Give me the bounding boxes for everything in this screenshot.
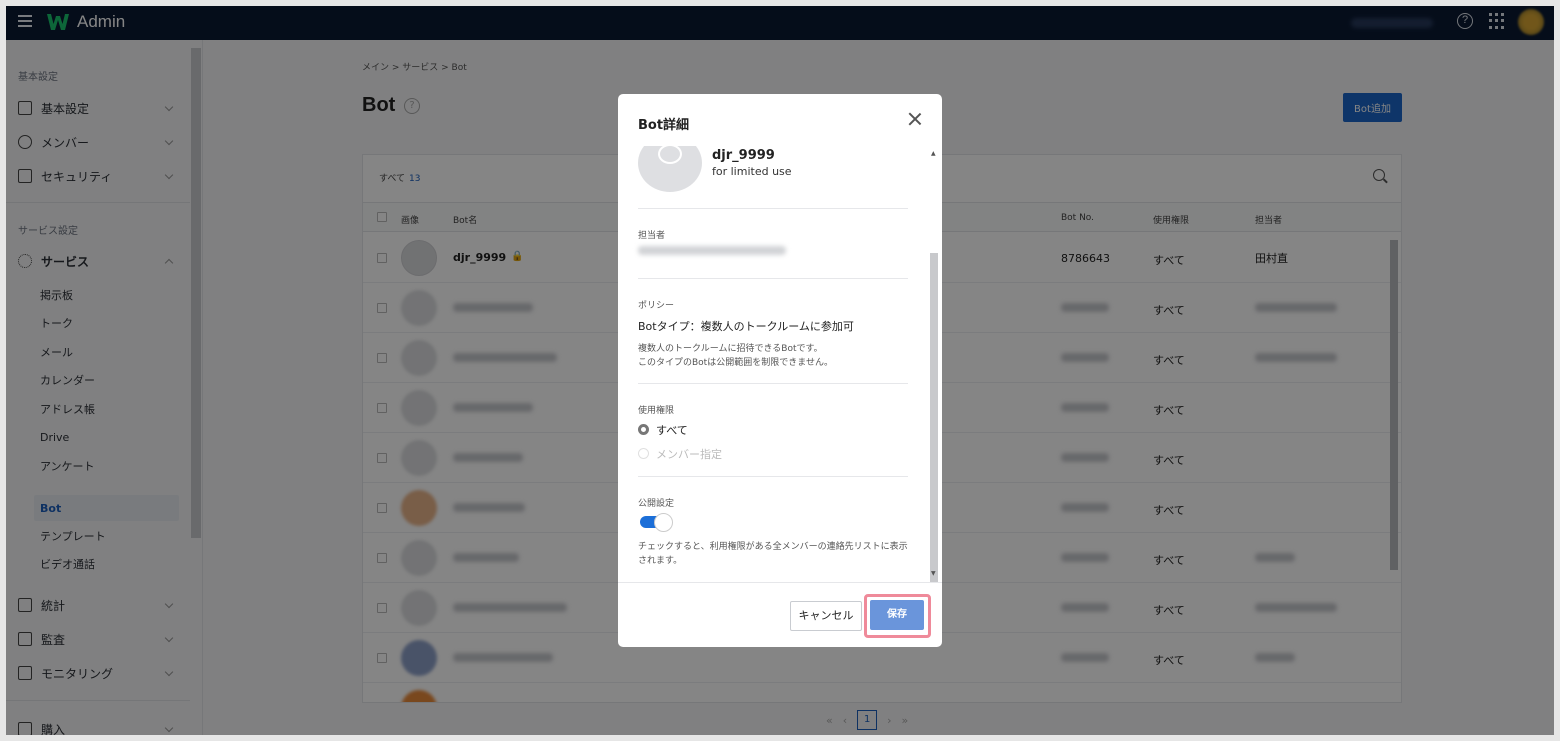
- bot-avatar: [638, 146, 702, 192]
- scroll-up-icon[interactable]: ▲: [931, 150, 936, 157]
- scroll-down-icon[interactable]: ▼: [931, 570, 936, 577]
- divider: [638, 383, 908, 384]
- owner-value: [638, 246, 786, 255]
- bot-detail-dialog: Bot詳細 djr_9999 for limited use 担当者 ポリシー …: [618, 94, 942, 647]
- policy-type: Botタイプ：複数人のトークルームに参加可: [638, 320, 854, 333]
- bot-description: for limited use: [712, 165, 792, 178]
- bot-face-icon: [658, 146, 682, 164]
- permission-label: 使用権限: [638, 406, 675, 416]
- public-label: 公開設定: [638, 499, 675, 509]
- bot-name: djr_9999: [712, 148, 775, 163]
- permission-all-radio[interactable]: [638, 424, 649, 435]
- divider: [638, 208, 908, 209]
- permission-member-radio[interactable]: [638, 448, 649, 459]
- divider: [638, 476, 908, 477]
- policy-description: 複数人のトークルームに招待できるBotです。 このタイプのBotは公開範囲を制限…: [638, 344, 833, 368]
- close-icon[interactable]: [908, 112, 922, 126]
- public-toggle[interactable]: [640, 513, 673, 532]
- permission-member-label[interactable]: メンバー指定: [656, 446, 722, 462]
- policy-label: ポリシー: [638, 301, 675, 311]
- cancel-button[interactable]: キャンセル: [790, 601, 862, 631]
- owner-label: 担当者: [638, 231, 666, 241]
- permission-all-label[interactable]: すべて: [656, 422, 688, 438]
- public-help-text: チェックすると、利用権限がある全メンバーの連絡先リストに表示されます。: [638, 542, 908, 566]
- dialog-footer: キャンセル 保存: [618, 582, 942, 647]
- dialog-body: djr_9999 for limited use 担当者 ポリシー Botタイプ…: [618, 146, 942, 582]
- app-frame: Admin ? 基本設定 基本設定 メンバー セキュリティ サービス設定 サービ…: [6, 6, 1554, 735]
- dialog-scrollbar[interactable]: [930, 253, 938, 582]
- dialog-title: Bot詳細: [638, 118, 690, 133]
- save-button[interactable]: 保存: [870, 600, 924, 630]
- divider: [638, 278, 908, 279]
